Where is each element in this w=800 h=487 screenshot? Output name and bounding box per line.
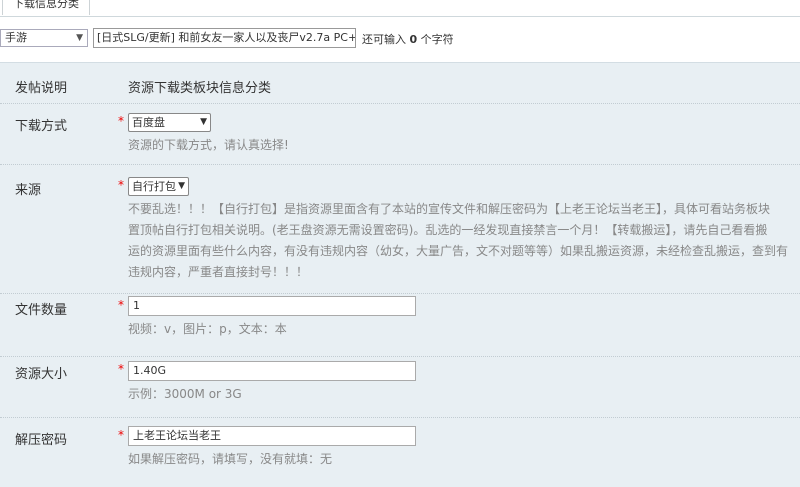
required-mark: * xyxy=(118,362,124,376)
source-select[interactable]: 自行打包 ▼ xyxy=(128,177,189,196)
source-hint-line: 不要乱选！！！【自行打包】是指资源里面含有了本站的宣传文件和解压密码为【上老王论… xyxy=(128,202,771,216)
download-method-select[interactable]: 百度盘 ▼ xyxy=(128,113,211,132)
required-mark: * xyxy=(118,178,124,192)
source-hint-line: 置顶帖自行打包相关说明。(老王盘资源无需设置密码)。乱选的一经发现直接禁言一个月… xyxy=(128,223,768,237)
category-select[interactable]: 手游 ▼ xyxy=(0,29,88,47)
row-password: 解压密码 * 上老王论坛当老王 如果解压密码，请填写，没有就填：无 xyxy=(0,418,800,487)
required-mark: * xyxy=(118,298,124,312)
size-label: 资源大小 xyxy=(15,367,68,382)
row-file-count: 文件数量 * 1 视频：v，图片：p，文本：本 xyxy=(0,294,800,357)
chevron-down-icon: ▼ xyxy=(76,33,83,43)
password-label: 解压密码 xyxy=(15,433,68,448)
row-source: 来源 * 自行打包 ▼ 不要乱选！！！【自行打包】是指资源里面含有了本站的宣传文… xyxy=(0,165,800,294)
file-count-input[interactable]: 1 xyxy=(128,296,416,316)
remain-prefix: 还可输入 xyxy=(362,33,406,46)
info-form: 发帖说明 资源下载类板块信息分类 下载方式 * 百度盘 ▼ 资源的下载方式，请认… xyxy=(0,62,800,487)
download-method-value: 百度盘 xyxy=(132,116,165,129)
chevron-down-icon: ▼ xyxy=(200,117,207,127)
source-value: 自行打包 xyxy=(132,180,176,193)
category-value: 手游 xyxy=(5,31,27,44)
title-input[interactable]: [日式SLG/更新] 和前女友一家人以及丧尸v2.7a PC+安卓 xyxy=(93,28,356,48)
password-input[interactable]: 上老王论坛当老王 xyxy=(128,426,416,446)
required-mark: * xyxy=(118,428,124,442)
row-resource-size: 资源大小 * 1.40G 示例：3000M or 3G xyxy=(0,357,800,418)
tab-download-info[interactable]: 下载信息分类 xyxy=(2,0,90,15)
char-remaining: 还可输入 0 个字符 xyxy=(362,31,454,47)
source-label: 来源 xyxy=(15,183,42,198)
size-hint: 示例：3000M or 3G xyxy=(128,387,242,401)
file-count-hint: 视频：v，图片：p，文本：本 xyxy=(128,322,287,336)
post-note-value: 资源下载类板块信息分类 xyxy=(128,81,272,96)
tab-bar: 下载信息分类 xyxy=(0,0,800,17)
file-count-label: 文件数量 xyxy=(15,303,68,318)
title-row: 手游 ▼ [日式SLG/更新] 和前女友一家人以及丧尸v2.7a PC+安卓 还… xyxy=(0,28,800,48)
post-note-label: 发帖说明 xyxy=(15,81,68,96)
row-post-note: 发帖说明 资源下载类板块信息分类 xyxy=(0,63,800,104)
remain-count: 0 xyxy=(409,33,418,46)
password-hint: 如果解压密码，请填写，没有就填：无 xyxy=(128,452,333,466)
source-hint-line: 运的资源里面有些什么内容，有没有违规内容（幼女，大量广告，文不对题等等）如果乱搬… xyxy=(128,244,789,258)
row-download-method: 下载方式 * 百度盘 ▼ 资源的下载方式，请认真选择! xyxy=(0,104,800,165)
size-input[interactable]: 1.40G xyxy=(128,361,416,381)
chevron-down-icon: ▼ xyxy=(178,181,185,191)
source-hint-line: 违规内容，严重者直接封号！！！ xyxy=(128,265,309,279)
required-mark: * xyxy=(118,114,124,128)
download-hint: 资源的下载方式，请认真选择! xyxy=(128,138,289,152)
remain-suffix: 个字符 xyxy=(420,33,454,46)
download-label: 下载方式 xyxy=(15,119,68,134)
